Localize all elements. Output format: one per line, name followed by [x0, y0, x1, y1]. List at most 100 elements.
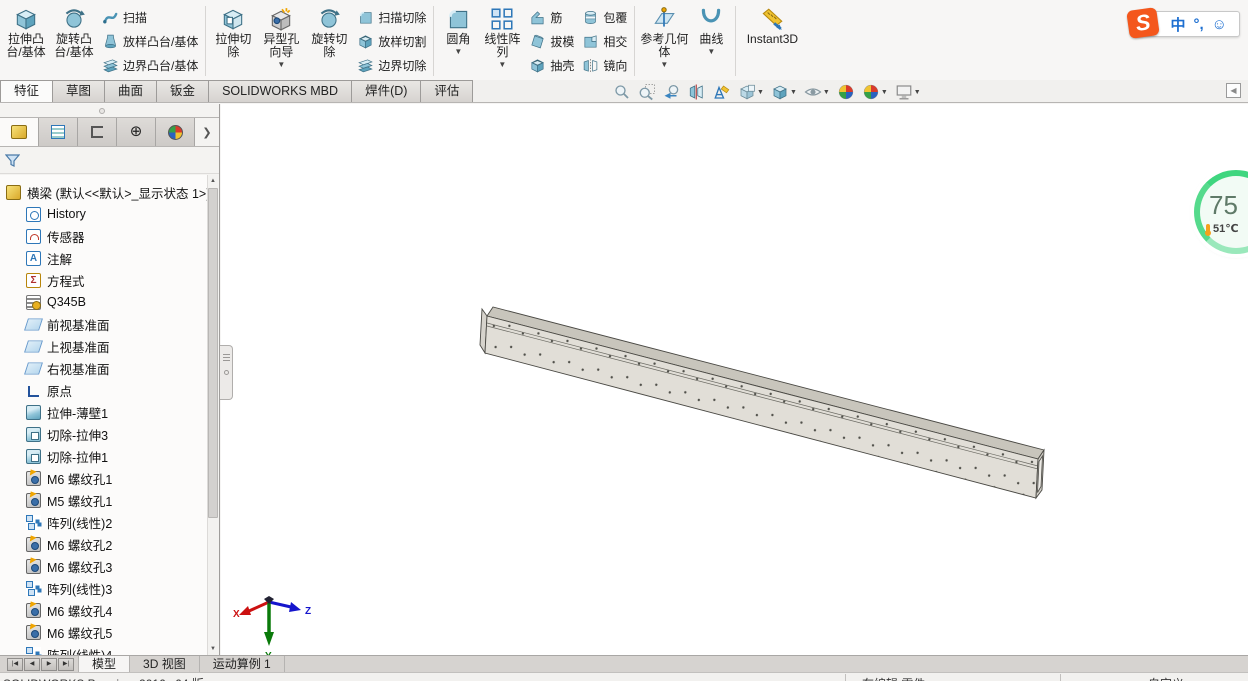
hide-show-items-button[interactable]: ▼ [804, 83, 830, 101]
zoom-to-fit-button[interactable] [613, 83, 631, 101]
previous-view-button[interactable] [663, 83, 681, 101]
tree-item-material[interactable]: Q345B [0, 291, 208, 313]
view-settings-button[interactable]: ▼ [895, 83, 921, 101]
tree-item-lpattern4[interactable]: 阵列(线性)4 [0, 643, 208, 655]
tab-weldments[interactable]: 焊件(D) [351, 80, 422, 102]
draft-icon [529, 33, 546, 50]
tree-item-m6-hole5[interactable]: M6 螺纹孔5 [0, 621, 208, 643]
tree-item-m6-hole3[interactable]: M6 螺纹孔3 [0, 555, 208, 577]
apply-scene-button[interactable]: ▼ [862, 83, 888, 101]
boundary-cut-button[interactable]: 边界切除 [357, 53, 426, 77]
tree-root-part[interactable]: 横梁 (默认<<默认>_显示状态 1>) [0, 181, 208, 203]
edit-appearance-button[interactable] [837, 83, 855, 101]
tab-displaymanager[interactable] [156, 118, 195, 146]
panel-splitter-handle[interactable] [220, 345, 233, 400]
tree-item-lpattern2[interactable]: 阵列(线性)2 [0, 511, 208, 533]
input-method-bar[interactable]: S 中 °, ☺ [1126, 7, 1240, 39]
tree-item-m6-hole1[interactable]: M6 螺纹孔1 [0, 467, 208, 489]
ime-emoji-button[interactable]: ☺ [1212, 16, 1227, 33]
graphics-viewport[interactable]: X Z Y 75 51℃ [221, 104, 1248, 655]
annotation-views-button[interactable] [713, 83, 731, 101]
lofted-cut-button[interactable]: 放样切割 [357, 29, 426, 53]
hole-wizard-button[interactable]: 异型孔向导 ▼ [257, 2, 305, 80]
tab-motion-study[interactable]: 运动算例 1 [200, 656, 285, 672]
zoom-to-area-button[interactable] [638, 83, 656, 101]
revolved-cut-button[interactable]: 旋转切除 [305, 2, 353, 80]
reference-geometry-button[interactable]: 参考几何体 ▼ [638, 2, 690, 80]
scroll-thumb[interactable] [208, 188, 218, 518]
view-orientation-button[interactable]: ▼ [738, 83, 764, 101]
swept-cut-button[interactable]: 扫描切除 [357, 5, 426, 29]
curves-button[interactable]: 曲线 ▼ [690, 2, 732, 80]
scroll-down-icon[interactable]: ▼ [208, 643, 218, 655]
ime-punctuation-toggle[interactable]: °, [1194, 16, 1204, 33]
dropdown-arrow-icon[interactable]: ▼ [707, 48, 715, 56]
tab-3d-views[interactable]: 3D 视图 [130, 656, 200, 672]
extruded-cut-button[interactable]: 拉伸切除 [209, 2, 257, 80]
tab-featuremanager-tree[interactable] [0, 118, 39, 146]
tree-item-m5-hole1[interactable]: M5 螺纹孔1 [0, 489, 208, 511]
mirror-button[interactable]: 镜向 [582, 53, 627, 77]
tab-evaluate[interactable]: 评估 [420, 80, 474, 102]
prev-tab-icon[interactable]: ◀ [24, 657, 40, 671]
tree-item-front-plane[interactable]: 前视基准面 [0, 313, 208, 335]
tab-configurationmanager[interactable] [78, 118, 117, 146]
tab-model[interactable]: 模型 [78, 656, 131, 672]
tree-item-equations[interactable]: Σ 方程式 [0, 269, 208, 291]
tree-item-extrude-thin1[interactable]: 拉伸-薄壁1 [0, 401, 208, 423]
tree-item-annotations[interactable]: A 注解 [0, 247, 208, 269]
panel-splitter-dot[interactable] [99, 108, 105, 114]
reference-geometry-icon [651, 6, 677, 32]
tab-sheet-metal[interactable]: 钣金 [156, 80, 210, 102]
tree-item-cut-extrude1[interactable]: 切除-拉伸1 [0, 445, 208, 467]
tapped-hole-icon [26, 602, 41, 618]
wrap-button[interactable]: 包覆 [582, 5, 627, 29]
tree-item-m6-hole2[interactable]: M6 螺纹孔2 [0, 533, 208, 555]
section-view-button[interactable] [688, 83, 706, 101]
tree-item-origin[interactable]: 原点 [0, 379, 208, 401]
linear-pattern-button[interactable]: 线性阵列 ▼ [479, 2, 525, 80]
tree-item-sensors[interactable]: 传感器 [0, 225, 208, 247]
tab-sketch[interactable]: 草图 [52, 80, 106, 102]
tab-dimxpertmanager[interactable]: ⊕ [117, 118, 156, 146]
boundary-boss-button[interactable]: 边界凸台/基体 [102, 53, 198, 77]
tree-item-cut-extrude3[interactable]: 切除-拉伸3 [0, 423, 208, 445]
revolved-boss-button[interactable]: 旋转凸台/基体 [50, 2, 98, 80]
loft-button[interactable]: 放样凸台/基体 [102, 29, 198, 53]
tab-propertymanager[interactable] [39, 118, 78, 146]
tree-item-lpattern3[interactable]: 阵列(线性)3 [0, 577, 208, 599]
rib-button[interactable]: 筋 [529, 5, 574, 29]
beam-model[interactable] [221, 104, 1248, 655]
linear-pattern-icon [26, 514, 41, 530]
tree-scrollbar[interactable]: ▲ ▼ [207, 175, 218, 655]
tab-surfaces[interactable]: 曲面 [104, 80, 158, 102]
extruded-boss-button[interactable]: 拉伸凸台/基体 [2, 2, 50, 80]
next-tab-icon[interactable]: ▶ [41, 657, 57, 671]
first-tab-icon[interactable]: |◀ [7, 657, 23, 671]
tab-solidworks-mbd[interactable]: SOLIDWORKS MBD [208, 80, 353, 102]
ime-language-toggle[interactable]: 中 [1170, 14, 1185, 35]
filter-funnel-icon[interactable] [5, 153, 20, 168]
tab-features[interactable]: 特征 [0, 80, 54, 102]
sweep-button[interactable]: 扫描 [102, 5, 198, 29]
dropdown-arrow-icon[interactable]: ▼ [454, 48, 462, 56]
tree-item-history[interactable]: History [0, 203, 208, 225]
scroll-up-icon[interactable]: ▲ [208, 175, 218, 187]
instant3d-button[interactable]: Instant3D [739, 2, 805, 80]
tree-item-m6-hole4[interactable]: M6 螺纹孔4 [0, 599, 208, 621]
draft-button[interactable]: 拔模 [529, 29, 574, 53]
sogou-logo-icon[interactable]: S [1126, 7, 1161, 39]
dropdown-arrow-icon[interactable]: ▼ [660, 61, 668, 69]
intersect-button[interactable]: 相交 [582, 29, 627, 53]
dropdown-arrow-icon[interactable]: ▼ [498, 61, 506, 69]
dropdown-arrow-icon[interactable]: ▼ [277, 61, 285, 69]
tree-item-right-plane[interactable]: 右视基准面 [0, 357, 208, 379]
fillet-button[interactable]: 圆角 ▼ [437, 2, 479, 80]
collapse-taskpane-icon[interactable]: ◀ [1226, 83, 1241, 98]
tree-item-top-plane[interactable]: 上视基准面 [0, 335, 208, 357]
last-tab-icon[interactable]: ▶| [58, 657, 74, 671]
panel-overflow-arrow[interactable]: ❯ [195, 118, 219, 146]
display-style-button[interactable]: ▼ [771, 83, 797, 101]
shell-button[interactable]: 抽壳 [529, 53, 574, 77]
customize-link[interactable]: 自定义 [1148, 675, 1184, 681]
